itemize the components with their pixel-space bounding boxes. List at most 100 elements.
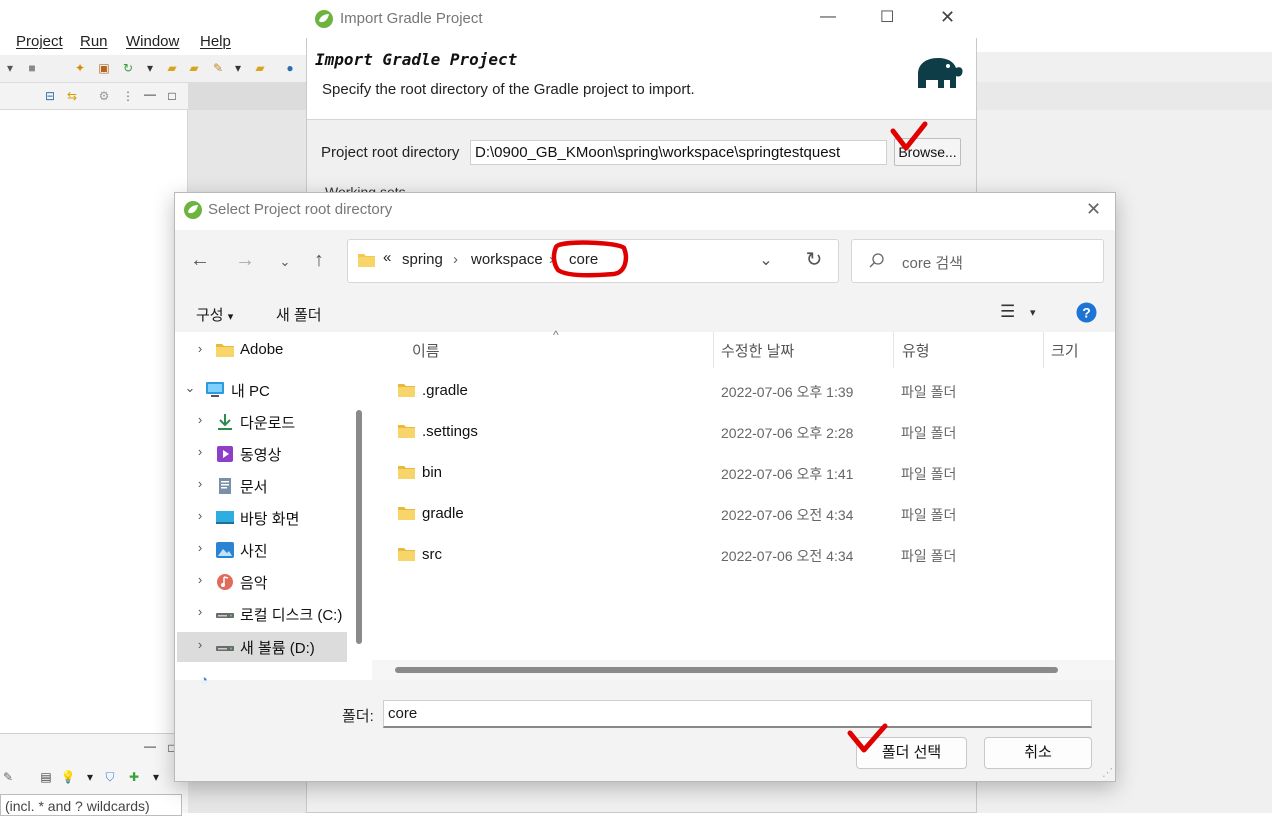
file-row[interactable]: .settings 2022-07-06 오후 2:28 파일 폴더 bbox=[384, 414, 1084, 450]
nav-tree-label: 음악 bbox=[240, 575, 268, 592]
dropdown-icon[interactable]: ▾ bbox=[230, 60, 246, 76]
chevron-right-icon[interactable]: › bbox=[193, 637, 207, 652]
close-icon[interactable]: ✕ bbox=[940, 7, 955, 28]
nav-tree-item[interactable]: › 로컬 디스크 (C:) bbox=[177, 599, 347, 629]
close-icon[interactable]: ✕ bbox=[1086, 199, 1101, 220]
new-project-icon[interactable]: ✦ bbox=[72, 60, 88, 76]
open-folder-icon[interactable]: ▰ bbox=[164, 60, 180, 76]
nav-tree-label: 바탕 화면 bbox=[240, 511, 300, 528]
breadcrumb-overflow[interactable]: « bbox=[383, 249, 391, 266]
column-size[interactable]: 크기 bbox=[1051, 340, 1079, 361]
nav-tree-item[interactable]: › Adobe bbox=[177, 336, 347, 366]
select-folder-button[interactable]: 폴더 선택 bbox=[856, 737, 967, 769]
column-date[interactable]: 수정한 날짜 bbox=[721, 340, 794, 361]
menu-project[interactable]: Project bbox=[16, 33, 63, 50]
recent-locations-icon[interactable]: ⌄ bbox=[274, 252, 296, 274]
horizontal-scrollbar-thumb[interactable] bbox=[395, 667, 1058, 673]
dropdown-icon[interactable]: ▾ bbox=[82, 769, 98, 785]
browse-button[interactable]: Browse... bbox=[894, 138, 961, 166]
chevron-right-icon[interactable]: › bbox=[193, 572, 207, 587]
brush-icon[interactable]: ✎ bbox=[210, 60, 226, 76]
filter-icon[interactable]: ⚙ bbox=[96, 88, 112, 104]
task-icon[interactable]: ✎ bbox=[0, 769, 16, 785]
menu-run[interactable]: Run bbox=[80, 33, 108, 50]
organize-button[interactable]: 구성 ▾ bbox=[196, 304, 233, 325]
file-type: 파일 폴더 bbox=[901, 507, 957, 523]
column-name[interactable]: 이름 bbox=[412, 340, 440, 361]
view-dropdown-icon[interactable]: ▾ bbox=[1030, 306, 1036, 319]
back-icon[interactable]: ← bbox=[189, 250, 211, 272]
dropdown-icon[interactable]: ▾ bbox=[148, 769, 164, 785]
package-icon[interactable]: ▣ bbox=[96, 60, 112, 76]
nav-tree-label: 문서 bbox=[240, 479, 268, 496]
file-name: .settings bbox=[422, 423, 478, 440]
refresh-icon[interactable]: ↻ bbox=[803, 250, 825, 272]
address-dropdown-icon[interactable]: ⌄ bbox=[755, 251, 777, 273]
download-icon bbox=[215, 413, 235, 431]
cancel-button[interactable]: 취소 bbox=[984, 737, 1092, 769]
nav-tree-item[interactable]: › 문서 bbox=[177, 471, 347, 501]
help-icon[interactable]: ? bbox=[1076, 302, 1097, 323]
nav-tree-item[interactable]: › 음악 bbox=[177, 567, 347, 597]
table-icon[interactable]: ▤ bbox=[38, 769, 54, 785]
add-icon[interactable]: ✚ bbox=[126, 769, 142, 785]
breadcrumb-spring[interactable]: spring bbox=[402, 251, 443, 268]
view-options-icon[interactable]: ☰ bbox=[1000, 302, 1015, 322]
collapse-all-icon[interactable]: ⊟ bbox=[42, 88, 58, 104]
file-row[interactable]: .gradle 2022-07-06 오후 1:39 파일 폴더 bbox=[384, 373, 1084, 409]
lightbulb-icon[interactable]: 💡 bbox=[60, 769, 76, 785]
search-box[interactable] bbox=[851, 239, 1104, 283]
file-row[interactable]: gradle 2022-07-06 오전 4:34 파일 폴더 bbox=[384, 496, 1084, 532]
maximize-icon[interactable]: □ bbox=[164, 88, 180, 104]
minimize-icon[interactable]: — bbox=[820, 8, 836, 26]
maximize-icon[interactable]: ☐ bbox=[880, 7, 894, 27]
open-task-icon[interactable]: ▰ bbox=[252, 60, 268, 76]
minimize-icon[interactable]: — bbox=[142, 738, 158, 754]
nav-tree-item[interactable]: › 다운로드 bbox=[177, 407, 347, 437]
minimize-icon[interactable]: — bbox=[142, 86, 158, 102]
new-folder-button[interactable]: 새 폴더 bbox=[276, 304, 322, 325]
filter-icon[interactable]: ⛉ bbox=[102, 769, 118, 785]
chevron-right-icon[interactable]: › bbox=[193, 540, 207, 555]
network-icon: ◔ bbox=[200, 672, 208, 687]
computer-icon bbox=[205, 381, 225, 399]
menu-window[interactable]: Window bbox=[126, 33, 179, 50]
chevron-right-icon[interactable]: › bbox=[193, 444, 207, 459]
menu-help[interactable]: Help bbox=[200, 33, 231, 50]
nav-scrollbar-thumb[interactable] bbox=[356, 410, 362, 644]
resize-grip-icon[interactable]: ⋰ bbox=[1102, 766, 1113, 779]
chevron-right-icon[interactable]: › bbox=[193, 412, 207, 427]
chevron-down-icon[interactable]: ⌄ bbox=[183, 380, 197, 396]
nav-tree-item[interactable]: › 사진 bbox=[177, 535, 347, 565]
project-root-field[interactable]: D:\0900_GB_KMoon\spring\workspace\spring… bbox=[470, 140, 887, 165]
chevron-right-icon[interactable]: › bbox=[193, 508, 207, 523]
open-type-icon[interactable]: ▰ bbox=[186, 60, 202, 76]
globe-icon[interactable]: ● bbox=[282, 60, 298, 76]
run-config-icon[interactable]: ■ bbox=[24, 60, 40, 76]
folder-label: 폴더: bbox=[342, 708, 374, 725]
eclipse-right-toolbar bbox=[977, 82, 1272, 110]
chevron-right-icon[interactable]: › bbox=[193, 341, 207, 356]
breadcrumb-workspace[interactable]: workspace bbox=[471, 251, 543, 268]
file-row[interactable]: bin 2022-07-06 오후 1:41 파일 폴더 bbox=[384, 455, 1084, 491]
refresh-icon[interactable]: ↻ bbox=[120, 60, 136, 76]
forward-icon[interactable]: → bbox=[234, 250, 256, 272]
column-type[interactable]: 유형 bbox=[902, 340, 930, 361]
up-icon[interactable]: ↑ bbox=[308, 250, 330, 272]
link-editor-icon[interactable]: ⇆ bbox=[64, 88, 80, 104]
dropdown-icon[interactable]: ▾ bbox=[142, 60, 158, 76]
breadcrumb-core[interactable]: core bbox=[569, 251, 598, 268]
chevron-right-icon[interactable]: › bbox=[193, 476, 207, 491]
nav-tree-label: 다운로드 bbox=[240, 415, 296, 432]
folder-icon bbox=[215, 342, 235, 360]
nav-tree-item[interactable]: › 바탕 화면 bbox=[177, 503, 347, 533]
nav-tree-item[interactable]: ⌄ 내 PC bbox=[177, 375, 347, 405]
view-menu-icon[interactable]: ⋮ bbox=[120, 88, 136, 104]
nav-tree-item[interactable]: › 동영상 bbox=[177, 439, 347, 469]
dropdown-icon[interactable]: ▾ bbox=[2, 60, 18, 76]
file-date: 2022-07-06 오전 4:34 bbox=[721, 507, 854, 523]
chevron-right-icon[interactable]: › bbox=[193, 604, 207, 619]
nav-tree-item[interactable]: › 새 볼륨 (D:) bbox=[177, 632, 347, 662]
file-row[interactable]: src 2022-07-06 오전 4:34 파일 폴더 bbox=[384, 537, 1084, 573]
folder-input[interactable]: core bbox=[383, 700, 1092, 728]
